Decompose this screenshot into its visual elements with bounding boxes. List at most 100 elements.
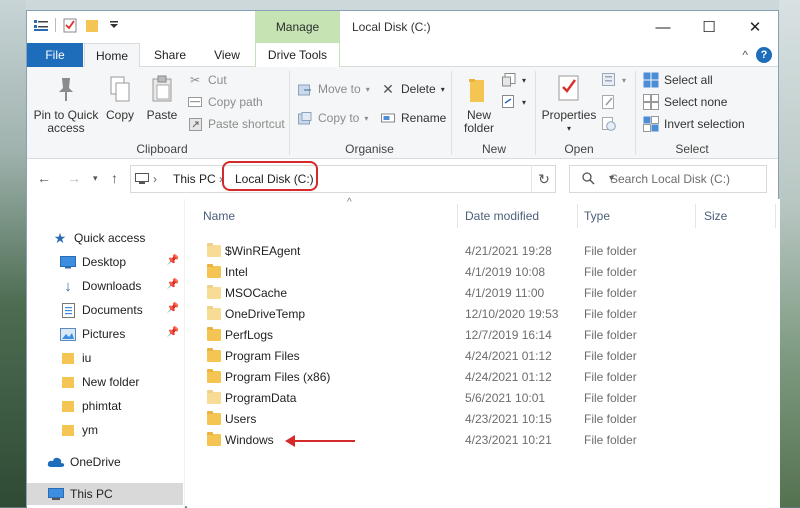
easy-access-button[interactable]: ▾: [501, 92, 526, 112]
nav-item-ym[interactable]: ym: [27, 419, 183, 441]
delete-x-icon: ✕: [382, 80, 394, 97]
dropdown-arrow-icon: ▾: [364, 113, 369, 123]
breadcrumb-this-pc[interactable]: This PC: [173, 166, 216, 192]
table-row[interactable]: Program Files (x86) 4/24/2021 01:12 File…: [201, 367, 771, 388]
maximize-button[interactable]: ☐: [686, 11, 732, 43]
pin-icon[interactable]: 📌: [167, 255, 179, 266]
select-none-button[interactable]: Select none: [643, 92, 727, 112]
cloud-icon: [47, 454, 65, 470]
tab-file[interactable]: File: [27, 43, 83, 67]
table-row[interactable]: ProgramData 5/6/2021 10:01 File folder: [201, 388, 771, 409]
nav-item-new-folder[interactable]: New folder: [27, 371, 183, 393]
table-row[interactable]: Users 4/23/2021 10:15 File folder: [201, 409, 771, 430]
recent-locations-chevron-icon[interactable]: ▾: [93, 173, 98, 184]
tab-share[interactable]: Share: [142, 43, 198, 67]
folder-icon: [207, 390, 221, 404]
nav-item-onedrive[interactable]: OneDrive: [27, 451, 183, 473]
rename-button[interactable]: Rename: [380, 108, 446, 128]
delete-button[interactable]: ✕ Delete ▾: [380, 79, 445, 99]
tab-drive-tools[interactable]: Drive Tools: [255, 43, 340, 67]
ribbon: Pin to Quick access Copy Paste ✂ Cut Cop…: [27, 67, 778, 159]
window-controls: — ☐ ✕: [640, 11, 778, 43]
file-name: ProgramData: [225, 391, 297, 405]
column-header-type[interactable]: Type: [584, 204, 610, 228]
nav-item-this-pc[interactable]: This PC: [27, 483, 183, 505]
copy-button[interactable]: Copy: [103, 71, 137, 122]
table-row[interactable]: OneDriveTemp 12/10/2020 19:53 File folde…: [201, 304, 771, 325]
collapse-ribbon-icon[interactable]: ^: [742, 48, 748, 62]
paste-shortcut-button[interactable]: Paste shortcut: [187, 114, 285, 134]
properties-button[interactable]: Properties ▾: [541, 71, 597, 135]
column-header-name[interactable]: Name: [203, 204, 235, 228]
delete-label: Delete: [401, 82, 436, 96]
copy-icon: [108, 71, 132, 107]
new-folder-button[interactable]: New folder: [459, 71, 499, 135]
tab-home[interactable]: Home: [84, 43, 140, 68]
search-box[interactable]: Search Local Disk (C:): [569, 165, 767, 193]
back-arrow-icon[interactable]: ←: [37, 170, 51, 186]
up-arrow-icon[interactable]: ↑: [111, 170, 118, 186]
file-type: File folder: [584, 328, 637, 342]
nav-item-downloads[interactable]: ↓ Downloads 📌: [27, 275, 183, 297]
copy-to-button[interactable]: Copy to ▾: [297, 108, 368, 128]
ribbon-separator: [635, 71, 636, 155]
copy-path-button[interactable]: Copy path: [187, 92, 263, 112]
column-header-size[interactable]: Size: [704, 204, 727, 228]
nav-item-quick-access[interactable]: ★ Quick access: [27, 227, 183, 249]
table-row[interactable]: PerfLogs 12/7/2019 16:14 File folder: [201, 325, 771, 346]
open-group-label: Open: [564, 142, 594, 156]
pin-to-quick-access-button[interactable]: Pin to Quick access: [33, 71, 99, 135]
tab-view[interactable]: View: [199, 43, 255, 67]
annotation-red-arrow: [285, 435, 355, 447]
nav-item-documents[interactable]: Documents 📌: [27, 299, 183, 321]
properties-check-icon[interactable]: [62, 17, 78, 33]
column-separator[interactable]: [457, 204, 458, 228]
nav-label: This PC: [70, 487, 113, 501]
table-row[interactable]: $WinREAgent 4/21/2021 19:28 File folder: [201, 241, 771, 262]
table-row[interactable]: Intel 4/1/2019 10:08 File folder: [201, 262, 771, 283]
invert-selection-button[interactable]: Invert selection: [643, 114, 745, 134]
nav-item-pictures[interactable]: Pictures 📌: [27, 323, 183, 345]
folder-icon: [207, 243, 221, 257]
nav-item-phimtat[interactable]: phimtat: [27, 395, 183, 417]
refresh-icon[interactable]: ↻: [531, 165, 556, 193]
select-all-button[interactable]: Select all: [643, 70, 713, 90]
pin-icon[interactable]: 📌: [167, 303, 179, 314]
pin-icon[interactable]: 📌: [167, 279, 179, 290]
manage-context-tab[interactable]: Manage: [255, 11, 340, 43]
pin-icon[interactable]: 📌: [167, 327, 179, 338]
paste-button[interactable]: Paste: [145, 71, 179, 122]
forward-arrow-icon[interactable]: →: [67, 170, 81, 186]
pin-label-line2: access: [47, 121, 85, 135]
nav-item-desktop[interactable]: Desktop 📌: [27, 251, 183, 273]
address-bar[interactable]: › This PC › Local Disk (C:) ▾: [130, 165, 614, 193]
open-button[interactable]: ▾: [601, 70, 626, 90]
help-icon[interactable]: ?: [756, 47, 772, 63]
ribbon-tabs-right: ^ ?: [742, 47, 772, 63]
desktop-icon: [59, 254, 77, 270]
new-folder-icon[interactable]: [84, 17, 100, 33]
close-button[interactable]: ✕: [732, 11, 778, 43]
new-group-label: New: [481, 142, 506, 156]
edit-button[interactable]: [601, 92, 617, 112]
table-row[interactable]: MSOCache 4/1/2019 11:00 File folder: [201, 283, 771, 304]
minimize-button[interactable]: —: [640, 11, 686, 43]
nav-item-iu[interactable]: iu: [27, 347, 183, 369]
new-item-button[interactable]: ▾: [501, 70, 526, 90]
customize-toolbar-icon[interactable]: [106, 17, 122, 33]
dropdown-arrow-icon: ▾: [622, 75, 627, 85]
column-header-date-modified[interactable]: Date modified: [465, 204, 539, 228]
clipboard-group-label: Clipboard: [136, 142, 188, 156]
dropdown-arrow-icon: ▾: [365, 84, 370, 94]
history-button[interactable]: [601, 114, 617, 134]
table-row[interactable]: Program Files 4/24/2021 01:12 File folde…: [201, 346, 771, 367]
file-name: Program Files (x86): [225, 370, 331, 384]
column-separator[interactable]: [577, 204, 578, 228]
column-separator[interactable]: [775, 204, 776, 228]
move-to-button[interactable]: Move to ▾: [297, 79, 370, 99]
column-separator[interactable]: [695, 204, 696, 228]
cut-button[interactable]: ✂ Cut: [187, 70, 227, 90]
new-folder-big-icon: [466, 71, 492, 107]
folder-icon: [59, 374, 77, 390]
rename-label: Rename: [401, 111, 447, 125]
